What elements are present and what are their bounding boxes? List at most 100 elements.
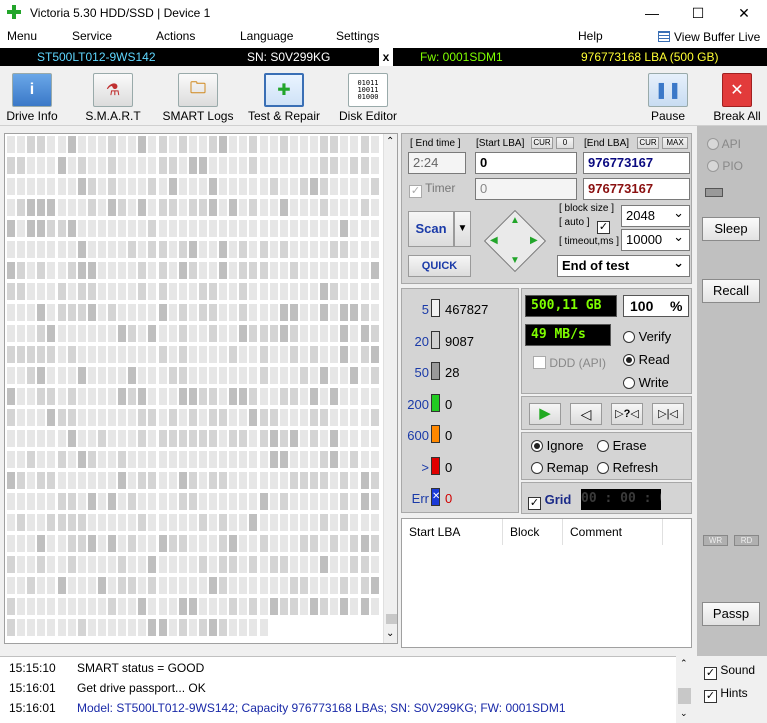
- end-cur-button[interactable]: CUR: [637, 137, 659, 149]
- map-block: [198, 598, 207, 615]
- quick-button[interactable]: QUICK: [408, 255, 471, 277]
- map-block: [148, 493, 157, 510]
- close-button[interactable]: ✕: [721, 0, 767, 26]
- break-all-button[interactable]: ✕ Break All: [709, 68, 765, 124]
- map-block: [37, 178, 46, 195]
- col-block[interactable]: Block: [503, 519, 563, 545]
- scan-dropdown-button[interactable]: ▼: [454, 211, 471, 247]
- recall-button[interactable]: Recall: [702, 279, 760, 303]
- drive-info-button[interactable]: i Drive Info: [2, 68, 62, 124]
- write-radio[interactable]: Write: [623, 375, 669, 390]
- map-block: [219, 409, 228, 426]
- map-block: [37, 472, 46, 489]
- log-scroll-thumb[interactable]: [678, 688, 691, 704]
- verify-radio[interactable]: Verify: [623, 329, 671, 344]
- legend-label: 200: [407, 396, 429, 412]
- api-radio[interactable]: API: [707, 137, 741, 151]
- timeout-select[interactable]: 10000: [621, 227, 690, 251]
- map-block: [360, 136, 369, 153]
- device-close-button[interactable]: x: [379, 48, 393, 66]
- map-block: [350, 535, 359, 552]
- refresh-radio[interactable]: Refresh: [597, 460, 658, 475]
- read-radio[interactable]: Read: [623, 352, 670, 367]
- grid-checkbox[interactable]: ✓ Grid: [528, 492, 571, 510]
- menu-settings[interactable]: Settings: [336, 29, 379, 43]
- map-block: [158, 199, 167, 216]
- goto-end-button[interactable]: ▷|◁: [652, 403, 684, 425]
- map-block: [47, 346, 56, 363]
- map-block: [249, 136, 258, 153]
- log-scroll-up-icon[interactable]: ⌃: [680, 658, 688, 669]
- view-buffer-live[interactable]: View Buffer Live: [658, 30, 760, 44]
- block-map-scrollbar[interactable]: ⌃ ⌄: [383, 134, 397, 643]
- menu-menu[interactable]: Menu: [7, 29, 37, 43]
- map-block: [279, 472, 288, 489]
- ignore-radio[interactable]: Ignore: [531, 438, 584, 453]
- erase-radio[interactable]: Erase: [597, 438, 647, 453]
- start-zero-button[interactable]: 0: [556, 137, 574, 149]
- arrow-up-icon[interactable]: ▲: [510, 215, 520, 226]
- timer-checkbox[interactable]: ✓ Timer: [409, 181, 455, 198]
- scroll-up-icon[interactable]: ⌃: [386, 136, 394, 147]
- arrow-right-icon[interactable]: ▶: [530, 235, 538, 246]
- end-lba-field[interactable]: 976773167: [583, 152, 690, 174]
- map-block: [299, 262, 308, 279]
- end-mode-select[interactable]: End of test: [557, 253, 690, 277]
- start-cur-button[interactable]: CUR: [531, 137, 553, 149]
- map-block: [138, 367, 147, 384]
- menu-language[interactable]: Language: [240, 29, 293, 43]
- col-comment[interactable]: Comment: [563, 519, 663, 545]
- sleep-button[interactable]: Sleep: [702, 217, 760, 241]
- disk-editor-button[interactable]: 01011 10011 01000 Disk Editor: [336, 68, 400, 124]
- map-block: [97, 598, 106, 615]
- map-block: [310, 535, 318, 552]
- sound-checkbox[interactable]: ✓ Sound: [704, 663, 755, 680]
- end-time-field[interactable]: 2:24: [408, 152, 466, 174]
- hints-checkbox[interactable]: ✓ Hints: [704, 686, 748, 703]
- smart-button[interactable]: ⚗ S.M.A.R.T: [82, 68, 144, 124]
- log-scrollbar[interactable]: ⌃ ⌄: [676, 656, 693, 723]
- end-max-button[interactable]: MAX: [662, 137, 688, 149]
- log-scroll-down-icon[interactable]: ⌄: [680, 708, 688, 719]
- map-block: [340, 514, 349, 531]
- map-block: [158, 451, 167, 468]
- pio-radio[interactable]: PIO: [707, 159, 743, 173]
- block-size-select[interactable]: 2048: [621, 203, 690, 227]
- test-repair-button[interactable]: ✚ Test & Repair: [245, 68, 323, 124]
- menu-help[interactable]: Help: [578, 29, 603, 43]
- auto-checkbox[interactable]: ✓: [597, 217, 610, 234]
- scroll-thumb[interactable]: [386, 614, 397, 624]
- menu-actions[interactable]: Actions: [156, 29, 195, 43]
- menu-service[interactable]: Service: [72, 29, 112, 43]
- map-block: [57, 262, 66, 279]
- arrow-left-icon[interactable]: ◀: [490, 235, 498, 246]
- play-button[interactable]: ▶: [529, 403, 561, 425]
- scroll-down-icon[interactable]: ⌄: [386, 628, 394, 639]
- map-block: [330, 409, 339, 426]
- map-block: [350, 199, 359, 216]
- col-start-lba[interactable]: Start LBA: [402, 519, 503, 545]
- map-block: [87, 283, 96, 300]
- minimize-button[interactable]: —: [629, 0, 675, 26]
- passp-button[interactable]: Passp: [702, 602, 760, 626]
- remap-radio[interactable]: Remap: [531, 460, 589, 475]
- map-block: [118, 283, 127, 300]
- pause-button[interactable]: ❚❚ Pause: [645, 68, 691, 124]
- smart-logs-button[interactable]: 🗀 SMART Logs: [160, 68, 236, 124]
- map-block: [97, 556, 106, 573]
- maximize-button[interactable]: ☐: [675, 0, 721, 26]
- arrow-down-icon[interactable]: ▼: [510, 255, 520, 266]
- seek-navigator[interactable]: ▲ ▼ ◀ ▶: [483, 209, 547, 273]
- rewind-button[interactable]: ◁: [570, 403, 602, 425]
- map-block: [97, 199, 106, 216]
- timer-field[interactable]: 0: [475, 178, 577, 200]
- map-block: [340, 388, 349, 405]
- start-lba-field[interactable]: 0: [475, 152, 577, 174]
- ddd-api-checkbox[interactable]: DDD (API): [533, 356, 606, 370]
- map-block: [209, 262, 217, 279]
- skip-unknown-button[interactable]: ▷?◁: [611, 403, 643, 425]
- scan-button[interactable]: Scan: [408, 211, 454, 247]
- map-block: [97, 430, 106, 447]
- map-block: [279, 262, 288, 279]
- map-block: [330, 367, 339, 384]
